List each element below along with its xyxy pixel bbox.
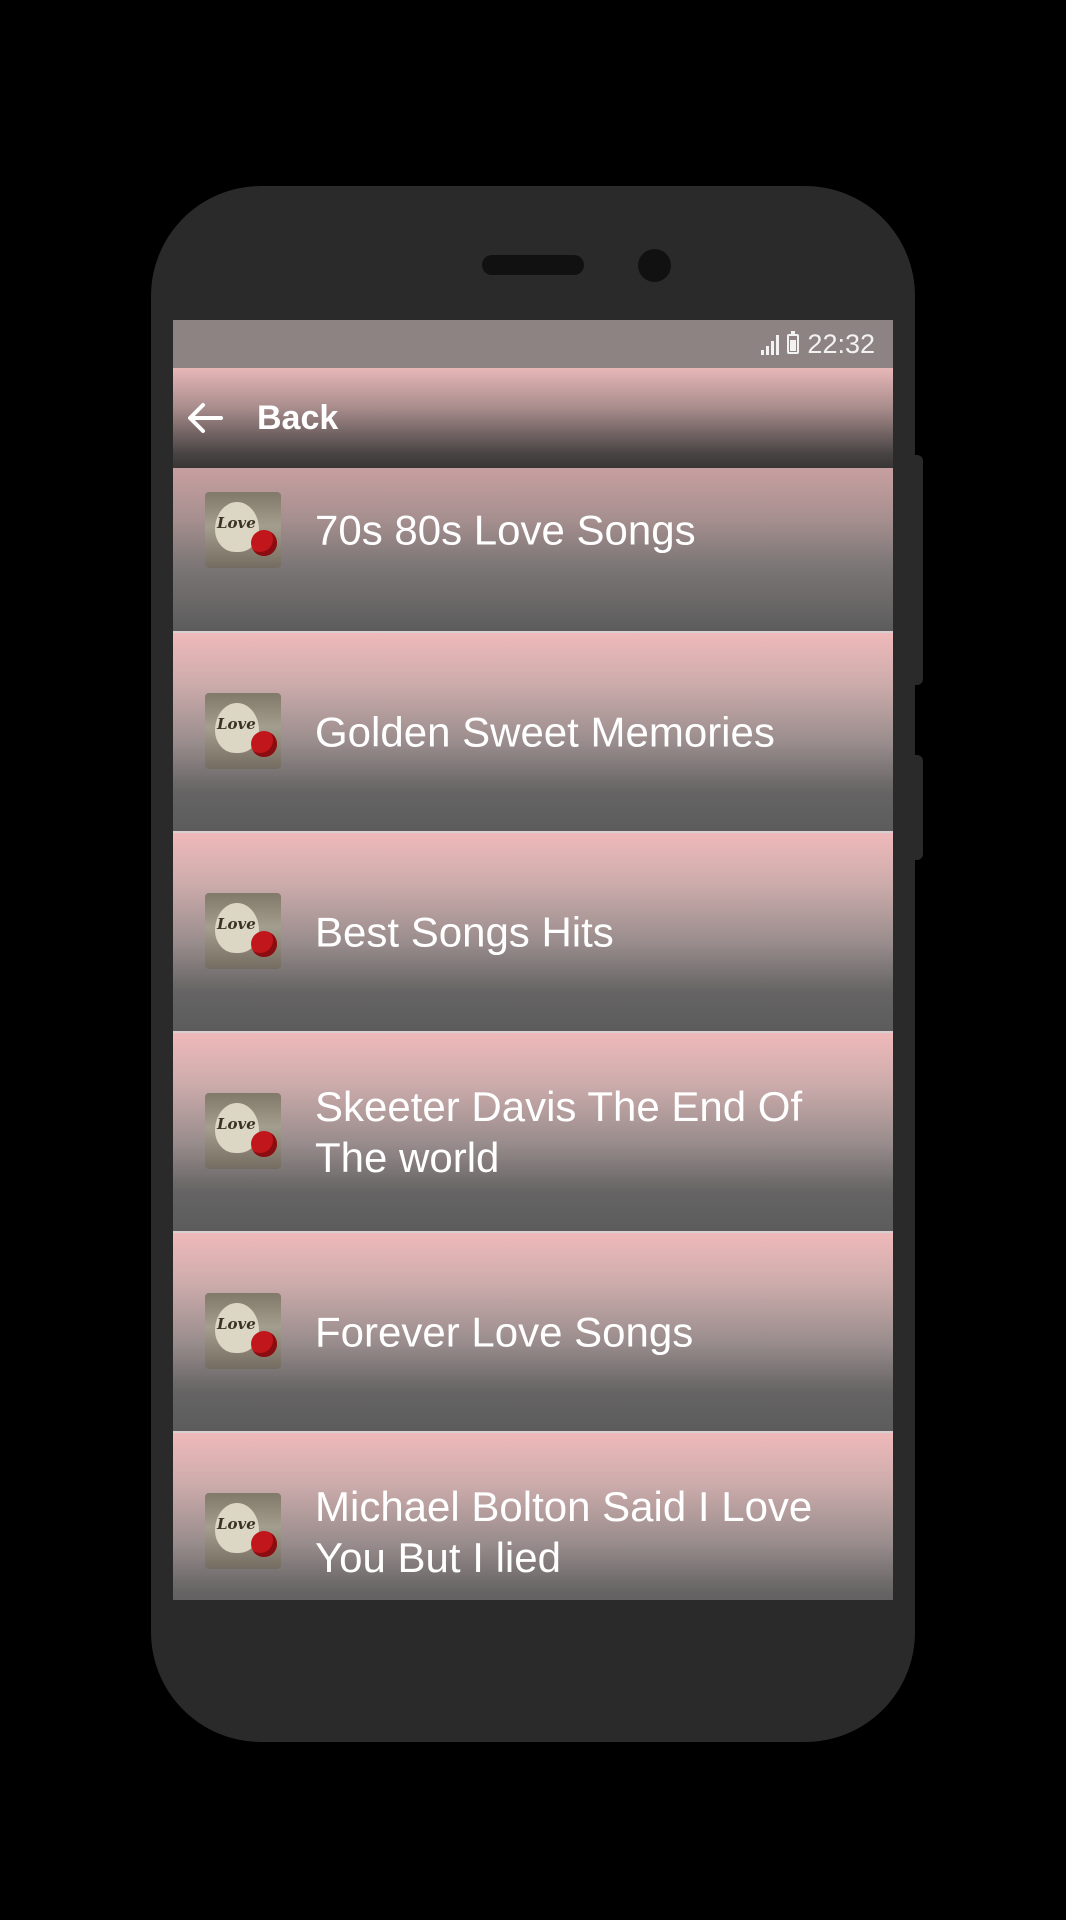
list-item-title: 70s 80s Love Songs: [315, 506, 696, 554]
app-screen: 22:32 Back Love 70s 80s Love Songs Love …: [173, 320, 893, 1600]
power-button: [913, 455, 923, 685]
earpiece-speaker: [482, 255, 584, 275]
love-heart-rose-thumbnail: Love: [205, 1493, 281, 1569]
list-item[interactable]: Love Best Songs Hits: [173, 831, 893, 1031]
list-item-title: Skeeter Davis The End Of The world: [315, 1083, 803, 1181]
battery-icon: [787, 331, 800, 354]
song-list: Love 70s 80s Love Songs Love Golden Swee…: [173, 468, 893, 1600]
list-item-title: Golden Sweet Memories: [315, 708, 775, 756]
list-item-title: Michael Bolton Said I Love You But I lie…: [315, 1483, 813, 1581]
status-time: 22:32: [807, 328, 875, 359]
love-heart-rose-thumbnail: Love: [205, 492, 281, 568]
arrow-left-icon[interactable]: [181, 394, 229, 442]
love-heart-rose-thumbnail: Love: [205, 893, 281, 969]
list-item[interactable]: Love Michael Bolton Said I Love You But …: [173, 1431, 893, 1600]
signal-icon: [761, 333, 780, 355]
list-item[interactable]: Love Forever Love Songs: [173, 1231, 893, 1431]
front-camera: [638, 249, 671, 282]
status-bar: 22:32: [173, 320, 893, 368]
back-button-label[interactable]: Back: [257, 399, 338, 438]
love-heart-rose-thumbnail: Love: [205, 693, 281, 769]
list-item[interactable]: Love Golden Sweet Memories: [173, 631, 893, 831]
app-toolbar: Back: [173, 368, 893, 468]
love-heart-rose-thumbnail: Love: [205, 1093, 281, 1169]
list-item[interactable]: Love 70s 80s Love Songs: [173, 468, 893, 631]
volume-button: [913, 755, 923, 860]
list-item-title: Best Songs Hits: [315, 908, 614, 956]
list-item[interactable]: Love Skeeter Davis The End Of The world: [173, 1031, 893, 1231]
list-item-title: Forever Love Songs: [315, 1308, 694, 1356]
love-heart-rose-thumbnail: Love: [205, 1293, 281, 1369]
